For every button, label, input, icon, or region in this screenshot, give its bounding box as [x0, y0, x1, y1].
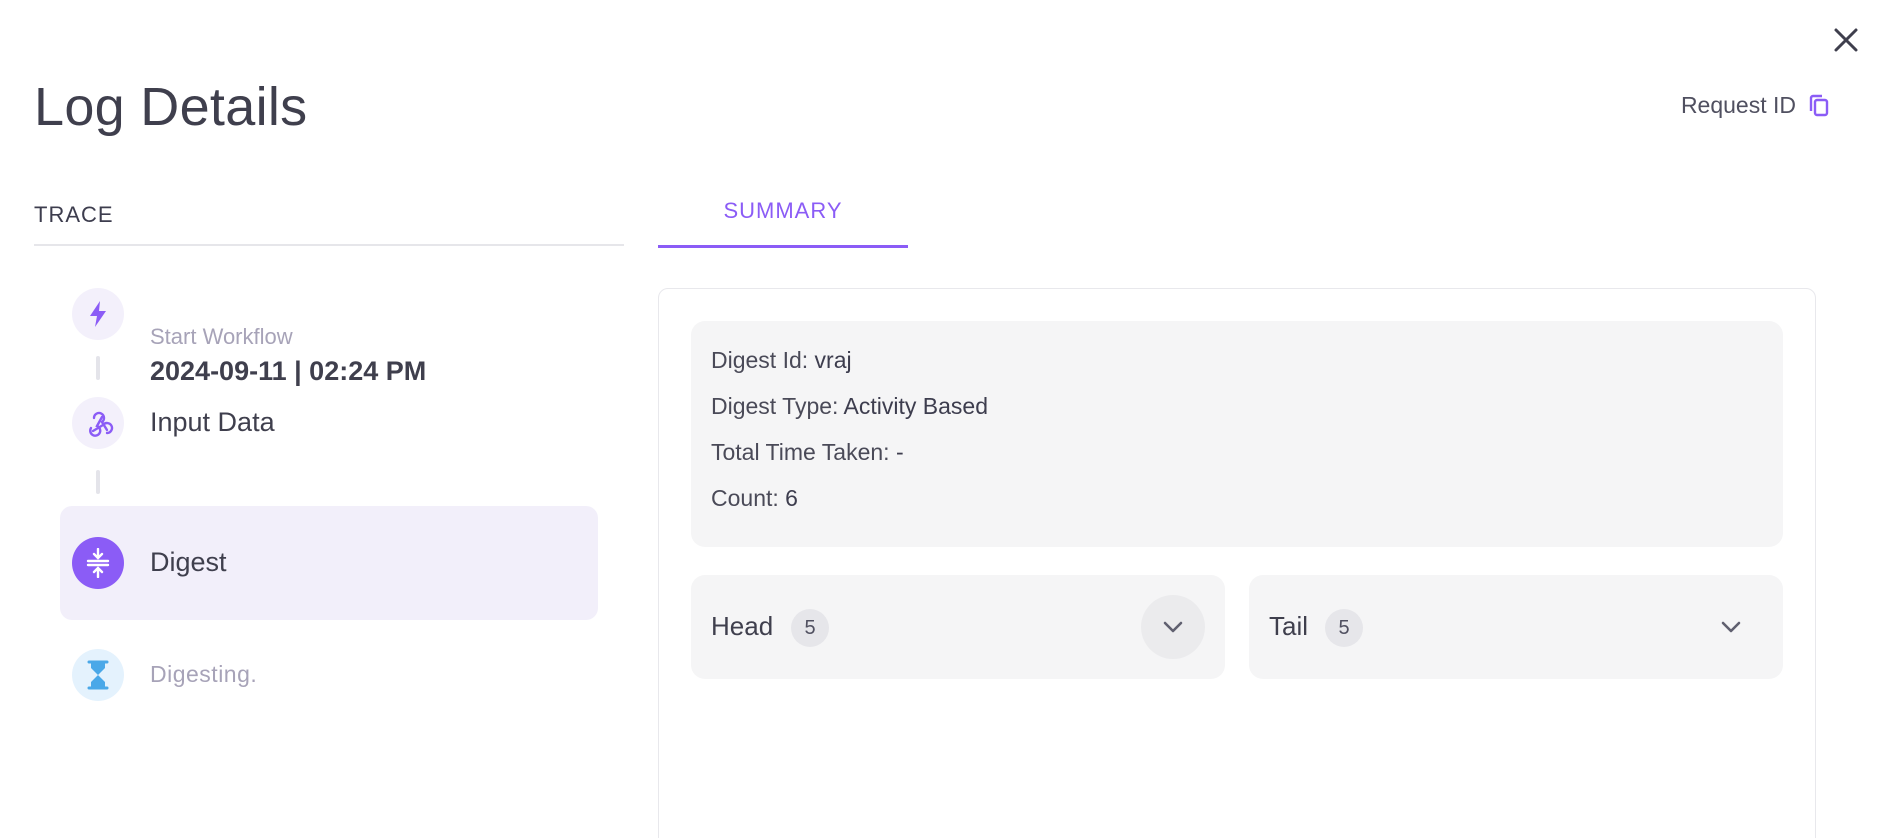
chevron-down-icon — [1163, 621, 1183, 633]
trace-heading: TRACE — [34, 202, 114, 227]
tail-label: Tail — [1269, 611, 1309, 641]
tail-expand-button[interactable] — [1699, 595, 1763, 659]
step-label: Input Data — [150, 407, 275, 437]
trace-step-input-data[interactable]: Input Data — [60, 390, 598, 456]
count-line: Count: 6 — [711, 485, 798, 511]
chevron-down-icon — [1721, 621, 1741, 633]
digest-id-line: Digest Id: vraj — [711, 347, 852, 373]
digest-compress-icon — [72, 537, 124, 589]
head-count-badge: 5 — [791, 609, 829, 647]
hourglass-icon — [72, 649, 124, 701]
summary-card: Digest Id: vraj Digest Type: Activity Ba… — [658, 288, 1816, 838]
trace-step-digest[interactable]: Digest — [60, 506, 598, 620]
tab-summary[interactable]: SUMMARY — [658, 190, 908, 248]
step-label: Digesting. — [150, 661, 258, 687]
step-label: Digest — [150, 547, 227, 577]
head-accordion[interactable]: Head 5 — [691, 575, 1225, 679]
lightning-icon — [72, 288, 124, 340]
webhook-icon — [72, 397, 124, 449]
log-details-drawer: Log Details Request ID TRACE Start Workf… — [0, 0, 1880, 838]
digest-info-box: Digest Id: vraj Digest Type: Activity Ba… — [691, 321, 1783, 547]
close-icon — [1834, 28, 1858, 52]
timeline-connector — [96, 470, 100, 494]
tail-accordion[interactable]: Tail 5 — [1249, 575, 1783, 679]
timeline-connector — [96, 356, 100, 380]
tail-count-badge: 5 — [1325, 609, 1363, 647]
total-time-line: Total Time Taken: - — [711, 439, 904, 465]
step-label: Start Workflow — [150, 324, 293, 349]
page-title: Log Details — [34, 77, 308, 137]
request-id-copy[interactable]: Request ID — [1681, 92, 1830, 119]
head-label: Head — [711, 611, 774, 641]
tab-summary-label: SUMMARY — [723, 198, 843, 223]
request-id-label: Request ID — [1680, 92, 1796, 118]
close-button[interactable] — [1826, 20, 1866, 60]
head-expand-button[interactable] — [1141, 595, 1205, 659]
trace-step-start-workflow[interactable]: Start Workflow 2024-09-11 | 02:24 PM — [60, 270, 598, 386]
copy-icon[interactable] — [1808, 94, 1830, 118]
trace-header: TRACE — [34, 198, 624, 246]
trace-step-digesting: Digesting. — [60, 640, 598, 710]
digest-type-line: Digest Type: Activity Based — [711, 393, 988, 419]
step-timestamp: 2024-09-11 | 02:24 PM — [150, 356, 427, 386]
